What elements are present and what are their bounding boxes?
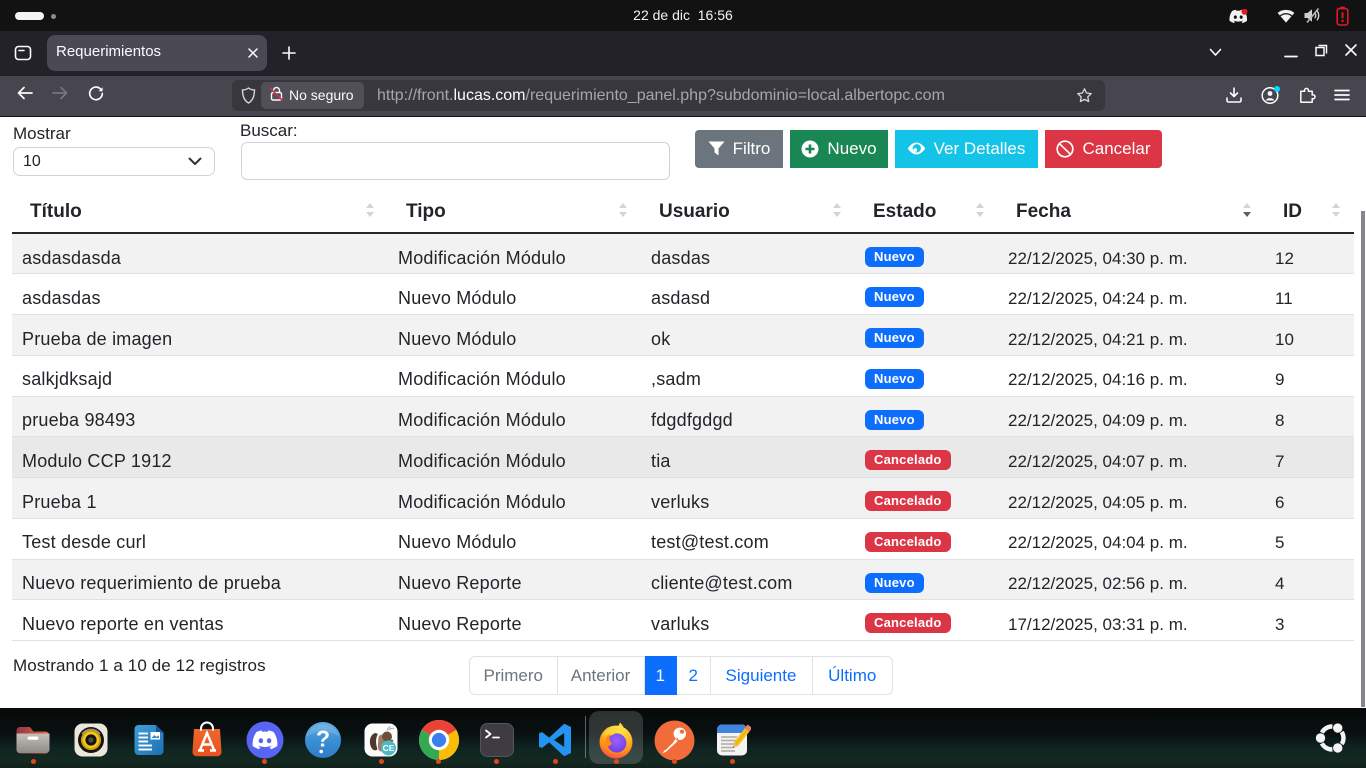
svg-text:CE: CE (383, 743, 395, 753)
svg-text:?: ? (315, 726, 329, 752)
